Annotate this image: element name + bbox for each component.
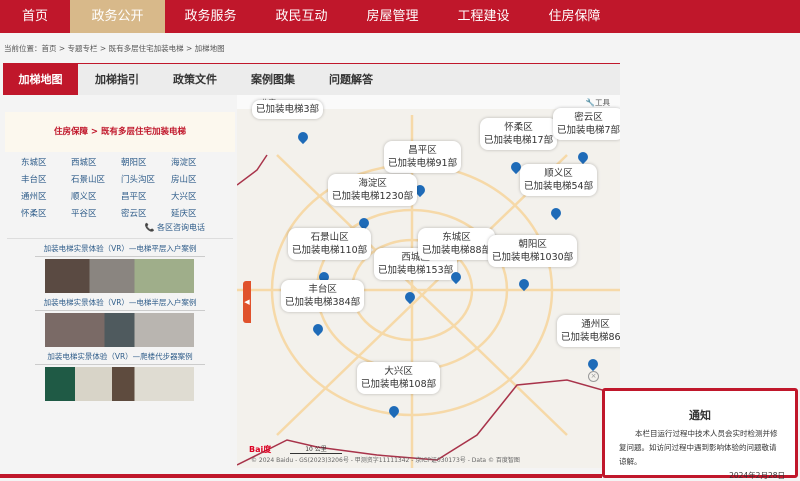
district-grid: 东城区 西城区 朝阳区 海淀区丰台区 石景山区 门头沟区 房山区通州区 顺义区 昌平区 大兴区怀柔… <box>5 152 235 221</box>
vr-link-1[interactable]: 加装电梯实景体验（VR）—电梯平层入户案例 <box>35 243 205 257</box>
bubble-district-name: 密云区 <box>574 112 603 123</box>
district-bubble[interactable]: 通州区已加装电梯86部 <box>557 315 620 347</box>
bubble-elevator-count: 已加装电梯88部 <box>422 245 492 256</box>
district-link[interactable]: 西城区 <box>71 156 121 170</box>
bubble-district-name: 东城区 <box>442 232 471 243</box>
district-link[interactable]: 大兴区 <box>171 190 221 204</box>
district-bubble[interactable]: 丰台区已加装电梯384部 <box>281 280 365 312</box>
district-bubble[interactable]: 东城区已加装电梯88部 <box>418 228 496 260</box>
district-link[interactable]: 通州区 <box>21 190 71 204</box>
notice-title: 通知 <box>689 409 711 422</box>
divider <box>7 238 233 239</box>
notice-date: 2024年2月28日 <box>729 471 785 480</box>
breadcrumb: 当前位置：首页 > 专题专栏 > 既有多层住宅加装电梯 > 加梯地图 <box>4 44 225 53</box>
panel-title: 住房保障 > 既有多层住宅加装电梯 <box>5 112 235 152</box>
bubble-district-name: 海淀区 <box>358 178 387 189</box>
vr-image-3[interactable] <box>45 367 194 401</box>
nav-gov-affairs[interactable]: 政务公开 <box>70 0 165 33</box>
district-link[interactable]: 石景山区 <box>71 173 121 187</box>
bubble-elevator-count: 已加装电梯108部 <box>361 379 437 390</box>
tab-faq[interactable]: 问题解答 <box>312 64 390 95</box>
district-link[interactable]: 怀柔区 <box>21 207 71 221</box>
district-link[interactable]: 延庆区 <box>171 207 221 221</box>
bubble-district-name: 石景山区 <box>310 232 349 243</box>
nav-gov-services[interactable]: 政务服务 <box>165 0 256 33</box>
collapse-panel-button[interactable]: ◀ <box>243 281 251 323</box>
district-link[interactable]: 门头沟区 <box>121 173 171 187</box>
district-link[interactable]: 房山区 <box>171 173 221 187</box>
district-link[interactable]: 东城区 <box>21 156 71 170</box>
close-icon[interactable]: × <box>588 371 599 382</box>
district-bubble[interactable]: 朝阳区已加装电梯1030部 <box>488 235 578 267</box>
notice-popup: 通知 本栏目运行过程中技术人员会实时检测并修复问题。如访问过程中遇到影响体验的问… <box>602 388 798 480</box>
bubble-elevator-count: 已加装电梯110部 <box>292 245 368 256</box>
district-bubble[interactable]: 海淀区已加装电梯1230部 <box>328 174 418 206</box>
bottom-border <box>0 474 602 478</box>
phone-label: 各区咨询电话 <box>157 223 205 232</box>
tab-map[interactable]: 加梯地图 <box>3 64 78 95</box>
tab-bar: 加梯地图 加梯指引 政策文件 案例图集 问题解答 <box>3 63 620 95</box>
bubble-district-name: 通州区 <box>581 319 610 330</box>
bubble-district-name: 顺义区 <box>544 168 573 179</box>
elevator-map[interactable]: 北京🔧工具 已加装电梯3部怀柔区已加装电梯17部密云区已加装电梯7部昌平区已加装… <box>237 95 620 468</box>
district-link[interactable]: 密云区 <box>121 207 171 221</box>
vr-image-2[interactable] <box>45 313 194 347</box>
district-bubble[interactable]: 石景山区已加装电梯110部 <box>288 228 372 260</box>
bubble-elevator-count: 已加装电梯384部 <box>285 297 361 308</box>
district-link[interactable]: 平谷区 <box>71 207 121 221</box>
bubble-elevator-count: 已加装电梯17部 <box>484 135 554 146</box>
bubble-district-name: 怀柔区 <box>504 122 533 133</box>
bubble-district-name: 丰台区 <box>308 284 337 295</box>
bubble-district-name: 昌平区 <box>408 145 437 156</box>
district-link[interactable]: 昌平区 <box>121 190 171 204</box>
district-phone-link[interactable]: 📞 各区咨询电话 <box>5 222 235 233</box>
nav-housing-mgmt[interactable]: 房屋管理 <box>347 0 438 33</box>
district-link[interactable]: 丰台区 <box>21 173 71 187</box>
bubble-elevator-count: 已加装电梯86部 <box>561 332 620 343</box>
baidu-logo: Bai度 <box>249 445 272 454</box>
nav-interaction[interactable]: 政民互动 <box>256 0 347 33</box>
bubble-district-name: 朝阳区 <box>518 239 547 250</box>
district-bubble[interactable]: 怀柔区已加装电梯17部 <box>480 118 558 150</box>
phone-icon: 📞 <box>144 223 155 232</box>
district-link[interactable]: 朝阳区 <box>121 156 171 170</box>
vr-link-2[interactable]: 加装电梯实景体验（VR）—电梯半层入户案例 <box>35 297 205 311</box>
bubble-elevator-count: 已加装电梯91部 <box>388 158 458 169</box>
nav-construction[interactable]: 工程建设 <box>438 0 529 33</box>
bubble-elevator-count: 已加装电梯1230部 <box>332 191 414 202</box>
bubble-elevator-count: 已加装电梯54部 <box>524 181 594 192</box>
tab-policy[interactable]: 政策文件 <box>156 64 234 95</box>
tab-cases[interactable]: 案例图集 <box>234 64 312 95</box>
map-scale: 10 公里 <box>290 444 342 454</box>
district-bubble[interactable]: 大兴区已加装电梯108部 <box>357 362 441 394</box>
district-link[interactable]: 海淀区 <box>171 156 221 170</box>
bubble-elevator-count: 已加装电梯1030部 <box>492 252 574 263</box>
district-bubble[interactable]: 昌平区已加装电梯91部 <box>384 141 462 173</box>
nav-home[interactable]: 首页 <box>0 0 70 33</box>
bubble-elevator-count: 已加装电梯7部 <box>557 125 620 136</box>
vr-link-3[interactable]: 加装电梯实景体验（VR）—爬楼代步器案例 <box>35 351 205 365</box>
district-bubble[interactable]: 顺义区已加装电梯54部 <box>520 164 598 196</box>
bubble-elevator-count: 已加装电梯153部 <box>378 265 454 276</box>
bubble-district-name: 大兴区 <box>384 366 413 377</box>
top-nav: 首页 政务公开 政务服务 政民互动 房屋管理 工程建设 住房保障 <box>0 0 800 33</box>
bubble-elevator-count: 已加装电梯3部 <box>256 104 320 115</box>
tools-label: 工具 <box>595 98 610 107</box>
map-tools-button[interactable]: 🔧工具 <box>586 97 610 108</box>
district-bubble[interactable]: 密云区已加装电梯7部 <box>553 108 620 140</box>
nav-housing-security[interactable]: 住房保障 <box>529 0 620 33</box>
notice-body: 本栏目运行过程中技术人员会实时检测并修复问题。如访问过程中遇到影响体验的问题敬请… <box>619 429 778 466</box>
map-copyright: © 2024 Baidu - GS(2023)3206号 - 甲测资字11111… <box>251 457 520 464</box>
district-bubble[interactable]: 已加装电梯3部 <box>252 100 324 119</box>
district-panel: 住房保障 > 既有多层住宅加装电梯 东城区 西城区 朝阳区 海淀区丰台区 石景山区 门头沟… <box>5 112 235 402</box>
vr-image-1[interactable] <box>45 259 194 293</box>
district-link[interactable]: 顺义区 <box>71 190 121 204</box>
tab-guide[interactable]: 加梯指引 <box>78 64 156 95</box>
